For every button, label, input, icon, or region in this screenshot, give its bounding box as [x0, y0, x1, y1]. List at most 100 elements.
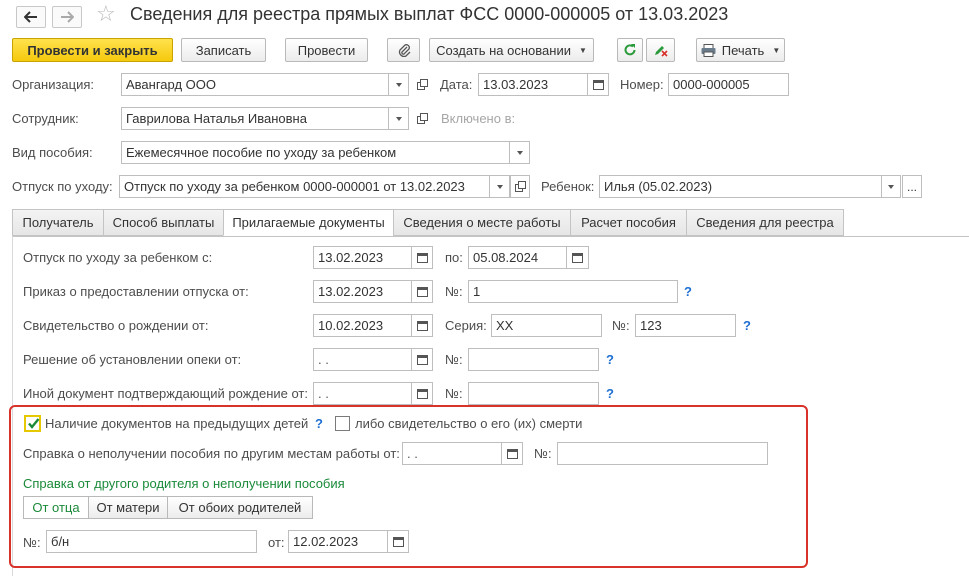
dropdown-arrow-icon	[496, 184, 503, 189]
custody-number-field[interactable]	[468, 348, 599, 371]
pen-cross-icon	[654, 46, 668, 57]
death-certificate-label: либо свидетельство о его (их) смерти	[355, 416, 583, 431]
other-document-number-label: №:	[445, 386, 463, 401]
help-icon[interactable]: ?	[606, 352, 614, 367]
organization-open-button[interactable]	[412, 73, 432, 96]
custody-calendar-button[interactable]	[411, 348, 433, 371]
leave-from-label: Отпуск по уходу за ребенком с:	[23, 250, 213, 265]
favorite-star-icon[interactable]: ☆	[96, 3, 116, 25]
post-button[interactable]: Провести	[285, 38, 368, 62]
refresh-button[interactable]	[617, 38, 643, 62]
date-field[interactable]: 13.03.2023	[478, 73, 588, 96]
leave-from-calendar-button[interactable]	[411, 246, 433, 269]
parental-leave-open-button[interactable]	[510, 175, 530, 198]
calendar-icon	[416, 321, 428, 331]
other-document-date-field[interactable]: . .	[313, 382, 412, 405]
tab-registry-info[interactable]: Сведения для реестра	[686, 209, 844, 236]
number-field[interactable]: 0000-000005	[668, 73, 789, 96]
leave-order-calendar-button[interactable]	[411, 280, 433, 303]
edit-disabled-button[interactable]	[646, 38, 675, 62]
chevron-down-icon: ▼	[772, 45, 781, 55]
reference-date-field[interactable]: 12.02.2023	[288, 530, 388, 553]
child-field[interactable]: Илья (05.02.2023)	[599, 175, 882, 198]
organization-field[interactable]: Авангард ООО	[121, 73, 389, 96]
open-link-icon	[416, 79, 428, 90]
employee-field[interactable]: Гаврилова Наталья Ивановна	[121, 107, 389, 130]
help-icon[interactable]: ?	[684, 284, 692, 299]
segment-from-father[interactable]: От отца	[23, 496, 89, 519]
employee-dropdown-button[interactable]	[388, 107, 409, 130]
birth-certificate-calendar-button[interactable]	[411, 314, 433, 337]
child-select-button[interactable]: ...	[902, 175, 922, 198]
dropdown-arrow-icon	[516, 150, 523, 155]
other-parent-certificate-label: Справка от другого родителя о неполучени…	[23, 476, 345, 491]
birth-number-field[interactable]: 123	[635, 314, 736, 337]
refresh-icon	[624, 44, 636, 56]
child-dropdown-button[interactable]	[881, 175, 901, 198]
dropdown-arrow-icon	[888, 184, 894, 189]
benefit-type-dropdown-button[interactable]	[509, 141, 530, 164]
help-icon[interactable]: ?	[743, 318, 751, 333]
leave-to-label: по:	[445, 250, 463, 265]
tab-benefit-calculation[interactable]: Расчет пособия	[570, 209, 687, 236]
no-benefit-certificate-label: Справка о неполучении пособия по другим …	[23, 446, 400, 461]
write-button[interactable]: Записать	[181, 38, 266, 62]
series-label: Серия:	[445, 318, 487, 333]
other-document-label: Иной документ подтверждающий рождение от…	[23, 386, 308, 401]
create-based-on-button[interactable]: Создать на основании ▼	[429, 38, 594, 62]
organization-dropdown-button[interactable]	[388, 73, 409, 96]
help-icon[interactable]: ?	[606, 386, 614, 401]
page-title: Сведения для реестра прямых выплат ФСС 0…	[130, 4, 729, 24]
death-certificate-checkbox[interactable]	[335, 416, 350, 431]
calendar-icon	[416, 287, 428, 297]
prev-children-docs-label: Наличие документов на предыдущих детей	[45, 416, 309, 431]
leave-from-field[interactable]: 13.02.2023	[313, 246, 412, 269]
segment-from-mother[interactable]: От матери	[88, 496, 168, 519]
no-benefit-calendar-button[interactable]	[501, 442, 523, 465]
forward-button[interactable]	[52, 6, 82, 28]
attach-button[interactable]	[387, 38, 420, 62]
printer-icon	[701, 43, 716, 57]
calendar-icon	[416, 389, 428, 399]
custody-number-label: №:	[445, 352, 463, 367]
reference-date-calendar-button[interactable]	[387, 530, 409, 553]
calendar-icon	[392, 537, 404, 547]
parental-leave-label: Отпуск по уходу:	[12, 179, 113, 194]
employee-open-button[interactable]	[412, 107, 432, 130]
tab-payment-method[interactable]: Способ выплаты	[103, 209, 224, 236]
segment-from-both-parents[interactable]: От обоих родителей	[167, 496, 313, 519]
prev-children-docs-checkbox[interactable]	[24, 415, 41, 432]
leave-to-field[interactable]: 05.08.2024	[468, 246, 567, 269]
parental-leave-dropdown-button[interactable]	[489, 175, 510, 198]
paperclip-icon	[398, 44, 410, 57]
date-calendar-button[interactable]	[587, 73, 609, 96]
help-icon[interactable]: ?	[315, 416, 323, 431]
calendar-icon	[572, 253, 583, 263]
post-and-close-button[interactable]: Провести и закрыть	[12, 38, 173, 62]
checkmark-icon	[28, 418, 40, 429]
order-number-field[interactable]: 1	[468, 280, 678, 303]
tab-recipient[interactable]: Получатель	[12, 209, 104, 236]
back-button[interactable]	[16, 6, 46, 28]
print-button[interactable]: Печать ▼	[696, 38, 785, 62]
reference-number-label: №:	[23, 535, 41, 550]
birth-certificate-date-field[interactable]: 10.02.2023	[313, 314, 412, 337]
other-document-number-field[interactable]	[468, 382, 599, 405]
arrow-right-icon	[61, 11, 74, 23]
birth-number-label: №:	[612, 318, 630, 333]
other-document-calendar-button[interactable]	[411, 382, 433, 405]
leave-order-date-field[interactable]: 13.02.2023	[313, 280, 412, 303]
no-benefit-date-field[interactable]: . .	[402, 442, 502, 465]
tab-workplace-info[interactable]: Сведения о месте работы	[393, 209, 571, 236]
tab-attached-documents[interactable]: Прилагаемые документы	[223, 209, 394, 236]
organization-label: Организация:	[12, 77, 95, 92]
reference-number-field[interactable]: б/н	[46, 530, 257, 553]
birth-series-field[interactable]: XX	[491, 314, 602, 337]
no-benefit-number-label: №:	[534, 446, 552, 461]
parental-leave-field[interactable]: Отпуск по уходу за ребенком 0000-000001 …	[119, 175, 490, 198]
benefit-type-field[interactable]: Ежемесячное пособие по уходу за ребенком	[121, 141, 510, 164]
custody-date-field[interactable]: . .	[313, 348, 412, 371]
date-label: Дата:	[440, 77, 473, 92]
no-benefit-number-field[interactable]	[557, 442, 768, 465]
leave-to-calendar-button[interactable]	[566, 246, 589, 269]
